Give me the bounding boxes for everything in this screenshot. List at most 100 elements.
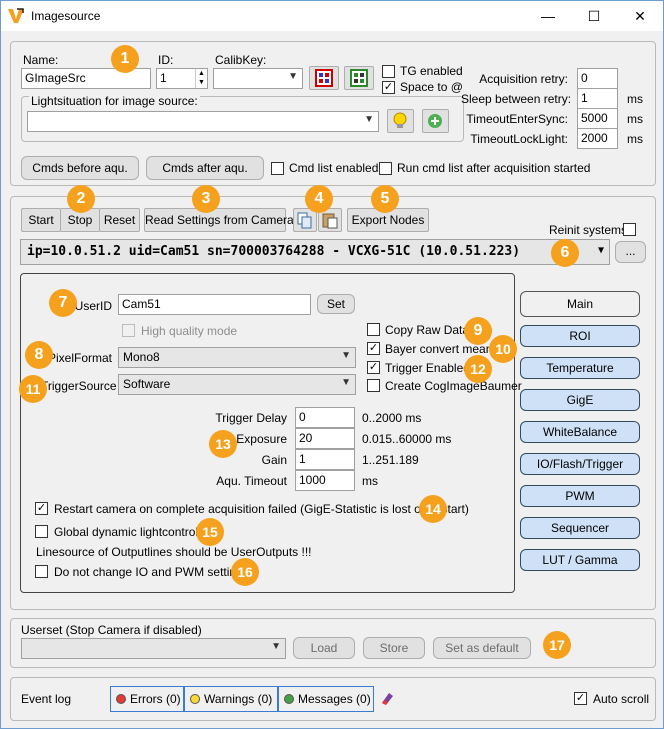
callout-badge: 8 [25, 341, 53, 369]
callout-badge: 1 [111, 45, 139, 73]
exposure-field[interactable]: 20 [295, 428, 355, 449]
more-button[interactable]: ... [615, 241, 646, 263]
calibration-grid-button[interactable] [309, 66, 339, 90]
read-settings-button[interactable]: Read Settings from Camera [144, 208, 294, 232]
nav-main[interactable]: Main [520, 291, 640, 317]
callout-badge: 15 [196, 518, 224, 546]
callout-badge: 14 [419, 495, 447, 523]
store-button[interactable]: Store [363, 637, 425, 659]
timeout-enter-label: TimeoutEnterSync: [466, 112, 568, 126]
triggersource-label: TriggerSource [41, 379, 117, 393]
nav-gige[interactable]: GigE [520, 389, 640, 411]
reinit-systems-label: Reinit systems [549, 223, 628, 237]
callout-badge: 6 [551, 239, 579, 267]
callout-badge: 5 [371, 185, 399, 213]
nav-whitebalance[interactable]: WhiteBalance [520, 421, 640, 443]
acq-retry-label: Acquisition retry: [479, 72, 568, 86]
high-quality-checkbox[interactable] [122, 324, 135, 337]
errors-label: Errors (0) [130, 692, 181, 706]
errors-filter[interactable]: Errors (0) [110, 686, 184, 712]
userid-field[interactable]: Cam51 [118, 294, 311, 315]
calibkey-select[interactable]: ▼ [213, 68, 303, 89]
callout-badge: 11 [19, 375, 47, 403]
set-userid-button[interactable]: Set [317, 294, 355, 314]
nav-sequencer[interactable]: Sequencer [520, 517, 640, 539]
chevron-down-icon: ▼ [341, 377, 351, 388]
callout-badge: 3 [192, 185, 220, 213]
start-button[interactable]: Start [21, 208, 61, 232]
high-quality-label: High quality mode [141, 324, 238, 338]
id-field[interactable]: 1 ▲ ▼ [156, 68, 208, 89]
reinit-systems-checkbox[interactable] [623, 223, 636, 236]
callout-badge: 12 [464, 355, 492, 383]
name-label: Name: [23, 53, 59, 67]
acq-retry-field[interactable]: 0 [577, 68, 618, 89]
autoscroll-label: Auto scroll [593, 692, 650, 706]
id-spinner[interactable]: ▲ ▼ [195, 69, 207, 88]
load-button[interactable]: Load [293, 637, 355, 659]
callout-badge: 4 [305, 185, 333, 213]
maximize-button[interactable]: ☐ [571, 1, 617, 31]
timeout-lock-unit: ms [627, 132, 643, 146]
eraser-icon[interactable] [379, 690, 395, 706]
add-lightsituation-button[interactable] [422, 109, 449, 133]
warning-dot-icon [190, 694, 200, 704]
run-cmd-list-checkbox[interactable] [379, 162, 392, 175]
imagesource-window: Imagesource — ☐ ✕ Name: GImageSrc ID: 1 … [0, 0, 664, 729]
nav-lut-gamma[interactable]: LUT / Gamma [520, 549, 640, 571]
minimize-button[interactable]: — [525, 1, 571, 31]
copy-icon [297, 212, 312, 229]
restart-camera-checkbox[interactable]: ✓ [35, 502, 48, 515]
timeout-enter-field[interactable]: 5000 [577, 108, 618, 129]
nav-pwm[interactable]: PWM [520, 485, 640, 507]
cmd-list-enabled-checkbox[interactable] [271, 162, 284, 175]
cmds-after-button[interactable]: Cmds after aqu. [146, 156, 264, 180]
tg-enabled-checkbox[interactable] [382, 65, 395, 78]
chevron-down-icon: ▼ [271, 641, 281, 652]
autoscroll-checkbox[interactable]: ✓ [574, 692, 587, 705]
callout-badge: 16 [231, 558, 259, 586]
camera-select[interactable]: ip=10.0.51.2 uid=Cam51 sn=700003764288 -… [20, 239, 610, 265]
trigger-delay-field[interactable]: 0 [295, 407, 355, 428]
userset-select[interactable]: ▼ [21, 638, 286, 659]
message-dot-icon [284, 694, 294, 704]
callout-badge: 13 [209, 430, 237, 458]
gain-label: Gain [261, 453, 287, 467]
gain-field[interactable]: 1 [295, 449, 355, 470]
cmd-list-enabled-label: Cmd list enabled [289, 161, 379, 175]
reset-button[interactable]: Reset [99, 208, 140, 232]
trigger-enabled-checkbox[interactable]: ✓ [367, 361, 380, 374]
gain-range: 1..251.189 [362, 453, 419, 467]
lightsituation-select[interactable]: ▼ [27, 111, 379, 132]
global-light-checkbox[interactable] [35, 525, 48, 538]
triggersource-value: Software [123, 377, 171, 391]
pixelformat-select[interactable]: Mono8 ▼ [118, 347, 356, 368]
triggersource-select[interactable]: Software ▼ [118, 374, 356, 395]
messages-filter[interactable]: Messages (0) [278, 686, 374, 712]
space-to-at-checkbox[interactable]: ✓ [382, 81, 395, 94]
copy-raw-label: Copy Raw Data [385, 323, 470, 337]
warnings-filter[interactable]: Warnings (0) [184, 686, 278, 712]
no-change-io-checkbox[interactable] [35, 565, 48, 578]
error-dot-icon [116, 694, 126, 704]
callout-badge: 9 [464, 317, 492, 345]
set-default-button[interactable]: Set as default [433, 637, 531, 659]
callout-badge: 7 [49, 289, 77, 317]
aqu-timeout-unit: ms [362, 474, 378, 488]
aqu-timeout-field[interactable]: 1000 [295, 470, 355, 491]
calibration-view-button[interactable] [344, 66, 374, 90]
nav-roi[interactable]: ROI [520, 325, 640, 347]
callout-badge: 2 [67, 185, 95, 213]
timeout-lock-field[interactable]: 2000 [577, 128, 618, 149]
sleep-retry-field[interactable]: 1 [577, 88, 618, 109]
bayer-checkbox[interactable]: ✓ [367, 342, 380, 355]
nav-io-flash-trigger[interactable]: IO/Flash/Trigger [520, 453, 640, 475]
create-cog-checkbox[interactable] [367, 379, 380, 392]
nav-temperature[interactable]: Temperature [520, 357, 640, 379]
close-button[interactable]: ✕ [617, 1, 663, 31]
cmds-before-button[interactable]: Cmds before aqu. [21, 156, 139, 180]
light-bulb-button[interactable] [387, 109, 414, 133]
id-label: ID: [158, 53, 174, 67]
copy-raw-checkbox[interactable] [367, 323, 380, 336]
chevron-down-icon: ▼ [288, 71, 298, 82]
